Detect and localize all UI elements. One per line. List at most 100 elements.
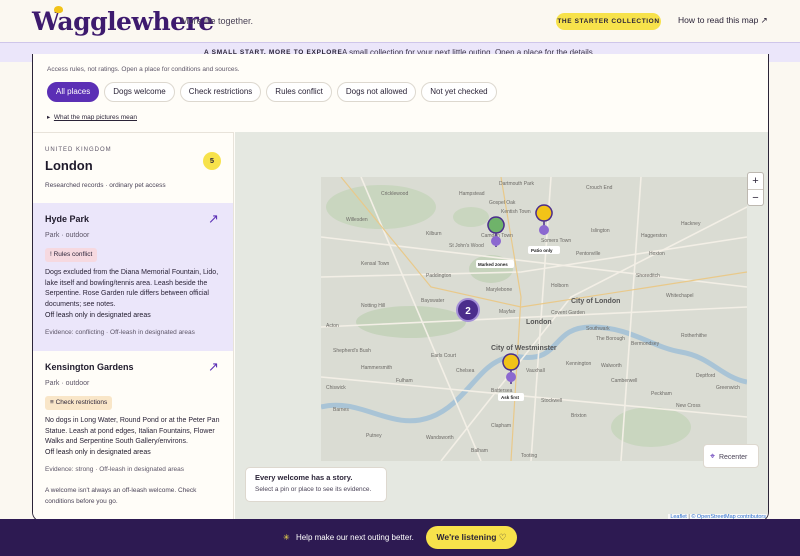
zoom-out-button[interactable]: −	[748, 189, 763, 205]
recenter-button[interactable]: ⌖ Recenter	[703, 444, 759, 468]
svg-text:The Borough: The Borough	[596, 336, 625, 342]
zoom-control: + −	[747, 172, 764, 206]
chip-rules-conflict[interactable]: Rules conflict	[266, 82, 332, 102]
offleash-note: Off leash only in designated areas	[45, 312, 151, 319]
place-card[interactable]: Hyde Park ↗ Park · outdoor ! Rules confl…	[33, 203, 233, 351]
chip-dogs-welcome[interactable]: Dogs welcome	[104, 82, 175, 102]
svg-text:Bermondsey: Bermondsey	[631, 341, 660, 347]
svg-text:St John's Wood: St John's Wood	[449, 243, 484, 249]
zoom-in-button[interactable]: +	[748, 173, 763, 189]
svg-text:Clapham: Clapham	[491, 423, 511, 429]
crosshair-icon: ⌖	[710, 451, 716, 461]
arrow-up-right-icon[interactable]: ↗	[208, 211, 219, 227]
offleash-note: Off leash only in designated areas	[45, 449, 151, 456]
svg-text:Hampstead: Hampstead	[459, 191, 485, 197]
place-name: Hyde Park	[45, 214, 90, 224]
places-sidebar: United Kingdom London 5 Researched recor…	[33, 132, 234, 521]
svg-text:2: 2	[465, 306, 471, 317]
how-to-read-link[interactable]: How to read this map ↗	[678, 15, 768, 26]
svg-text:Tooting: Tooting	[521, 453, 537, 459]
svg-text:Barnes: Barnes	[333, 407, 349, 413]
evidence-note: Evidence: conflicting · Off-leash in des…	[45, 329, 195, 336]
svg-text:Kensal Town: Kensal Town	[361, 261, 389, 267]
svg-text:Balham: Balham	[471, 448, 488, 454]
explorer-card: Access rules, not ratings. Open a place …	[32, 54, 769, 522]
svg-text:City of Westminster: City of Westminster	[491, 345, 557, 352]
sidebar-footnote: A welcome isn't always an off-leash welc…	[45, 487, 197, 505]
svg-text:Hammersmith: Hammersmith	[361, 365, 392, 371]
chip-check-restrictions[interactable]: Check restrictions	[179, 82, 262, 102]
starter-collection-button[interactable]: THE STARTER COLLECTION	[556, 13, 661, 30]
svg-text:Marked zones: Marked zones	[478, 262, 508, 267]
chip-all-places[interactable]: All places	[47, 82, 100, 102]
svg-text:Mayfair: Mayfair	[499, 309, 516, 315]
site-header: Wagglewhere More life together. THE STAR…	[0, 0, 800, 42]
place-description: Dogs excluded from the Diana Memorial Fo…	[45, 269, 219, 308]
svg-text:Stockwell: Stockwell	[541, 398, 562, 404]
map-cluster[interactable]: 2	[456, 298, 480, 322]
svg-text:Hackney: Hackney	[681, 221, 701, 227]
svg-text:Kentish Town: Kentish Town	[501, 209, 531, 215]
sparkle-icon: ✳	[283, 533, 290, 542]
svg-text:Bayswater: Bayswater	[421, 298, 445, 304]
triangle-right-icon: ▸	[47, 114, 51, 121]
place-type: Park · outdoor	[45, 232, 90, 239]
svg-text:Chiswick: Chiswick	[326, 385, 346, 391]
svg-text:London: London	[526, 319, 552, 326]
feedback-text: Help make our next outing better.	[295, 533, 414, 542]
logo-mark-icon	[54, 6, 63, 13]
filter-note: Access rules, not ratings. Open a place …	[47, 66, 240, 73]
svg-text:Kennington: Kennington	[566, 361, 592, 367]
svg-text:Rotherhithe: Rotherhithe	[681, 333, 707, 339]
legend-toggle-label: What the map pictures mean	[53, 114, 137, 121]
svg-text:Hoxton: Hoxton	[649, 251, 665, 257]
svg-text:Somers Town: Somers Town	[541, 238, 571, 244]
park-area	[453, 207, 489, 227]
svg-text:Shoreditch: Shoreditch	[636, 273, 660, 279]
chip-dogs-not-allowed[interactable]: Dogs not allowed	[336, 82, 417, 102]
svg-text:Fulham: Fulham	[396, 378, 413, 384]
feedback-button[interactable]: We're listening ♡	[426, 526, 517, 549]
legend-toggle[interactable]: ▸ What the map pictures mean	[47, 113, 137, 121]
map-tiles: Hampstead Dartmouth Park Crouch End Cric…	[321, 177, 747, 461]
svg-text:Pentonville: Pentonville	[576, 251, 601, 257]
arrow-up-right-icon[interactable]: ↗	[208, 359, 219, 375]
svg-text:Whitechapel: Whitechapel	[666, 293, 694, 299]
svg-text:Dartmouth Park: Dartmouth Park	[499, 181, 535, 187]
svg-text:Cricklewood: Cricklewood	[381, 191, 408, 197]
svg-text:Putney: Putney	[366, 433, 382, 439]
hint-title: Every welcome has a story.	[255, 473, 353, 482]
svg-text:Peckham: Peckham	[651, 391, 672, 397]
svg-text:Ask first: Ask first	[501, 395, 520, 400]
svg-text:Deptford: Deptford	[696, 373, 715, 379]
region-label: United Kingdom	[45, 147, 112, 153]
place-count-badge: 5	[203, 152, 221, 170]
map-panel[interactable]: Hampstead Dartmouth Park Crouch End Cric…	[235, 132, 768, 521]
svg-text:Marylebone: Marylebone	[486, 287, 512, 293]
svg-text:Wandsworth: Wandsworth	[426, 435, 454, 441]
svg-text:Kilburn: Kilburn	[426, 231, 442, 237]
status-badge: ≡ Check restrictions	[45, 396, 113, 410]
svg-text:Islington: Islington	[591, 228, 610, 234]
svg-text:New Cross: New Cross	[676, 403, 701, 409]
place-name: Kensington Gardens	[45, 362, 134, 372]
city-subtitle: Researched records · ordinary pet access	[45, 182, 166, 189]
tagline: More life together.	[181, 16, 254, 26]
chip-not-yet-checked[interactable]: Not yet checked	[421, 82, 497, 102]
city-title: London	[45, 158, 93, 173]
svg-text:Earls Court: Earls Court	[431, 353, 457, 359]
svg-text:Shepherd's Bush: Shepherd's Bush	[333, 348, 371, 354]
svg-text:Greenwich: Greenwich	[716, 385, 740, 391]
svg-text:Southwark: Southwark	[586, 326, 610, 332]
svg-text:Gospel Oak: Gospel Oak	[489, 200, 516, 206]
feedback-footer: ✳ Help make our next outing better. We'r…	[0, 519, 800, 556]
svg-text:Brixton: Brixton	[571, 413, 587, 419]
feedback-text-wrap: ✳ Help make our next outing better.	[283, 533, 414, 542]
place-card[interactable]: Kensington Gardens ↗ Park · outdoor ≡ Ch…	[33, 351, 233, 481]
filter-chips: All places Dogs welcome Check restrictio…	[47, 82, 497, 102]
svg-text:Notting Hill: Notting Hill	[361, 303, 385, 309]
hint-subtitle: Select a pin or place to see its evidenc…	[255, 486, 372, 493]
svg-text:Holborn: Holborn	[551, 283, 569, 289]
svg-text:Walworth: Walworth	[601, 363, 622, 369]
place-type: Park · outdoor	[45, 380, 90, 387]
